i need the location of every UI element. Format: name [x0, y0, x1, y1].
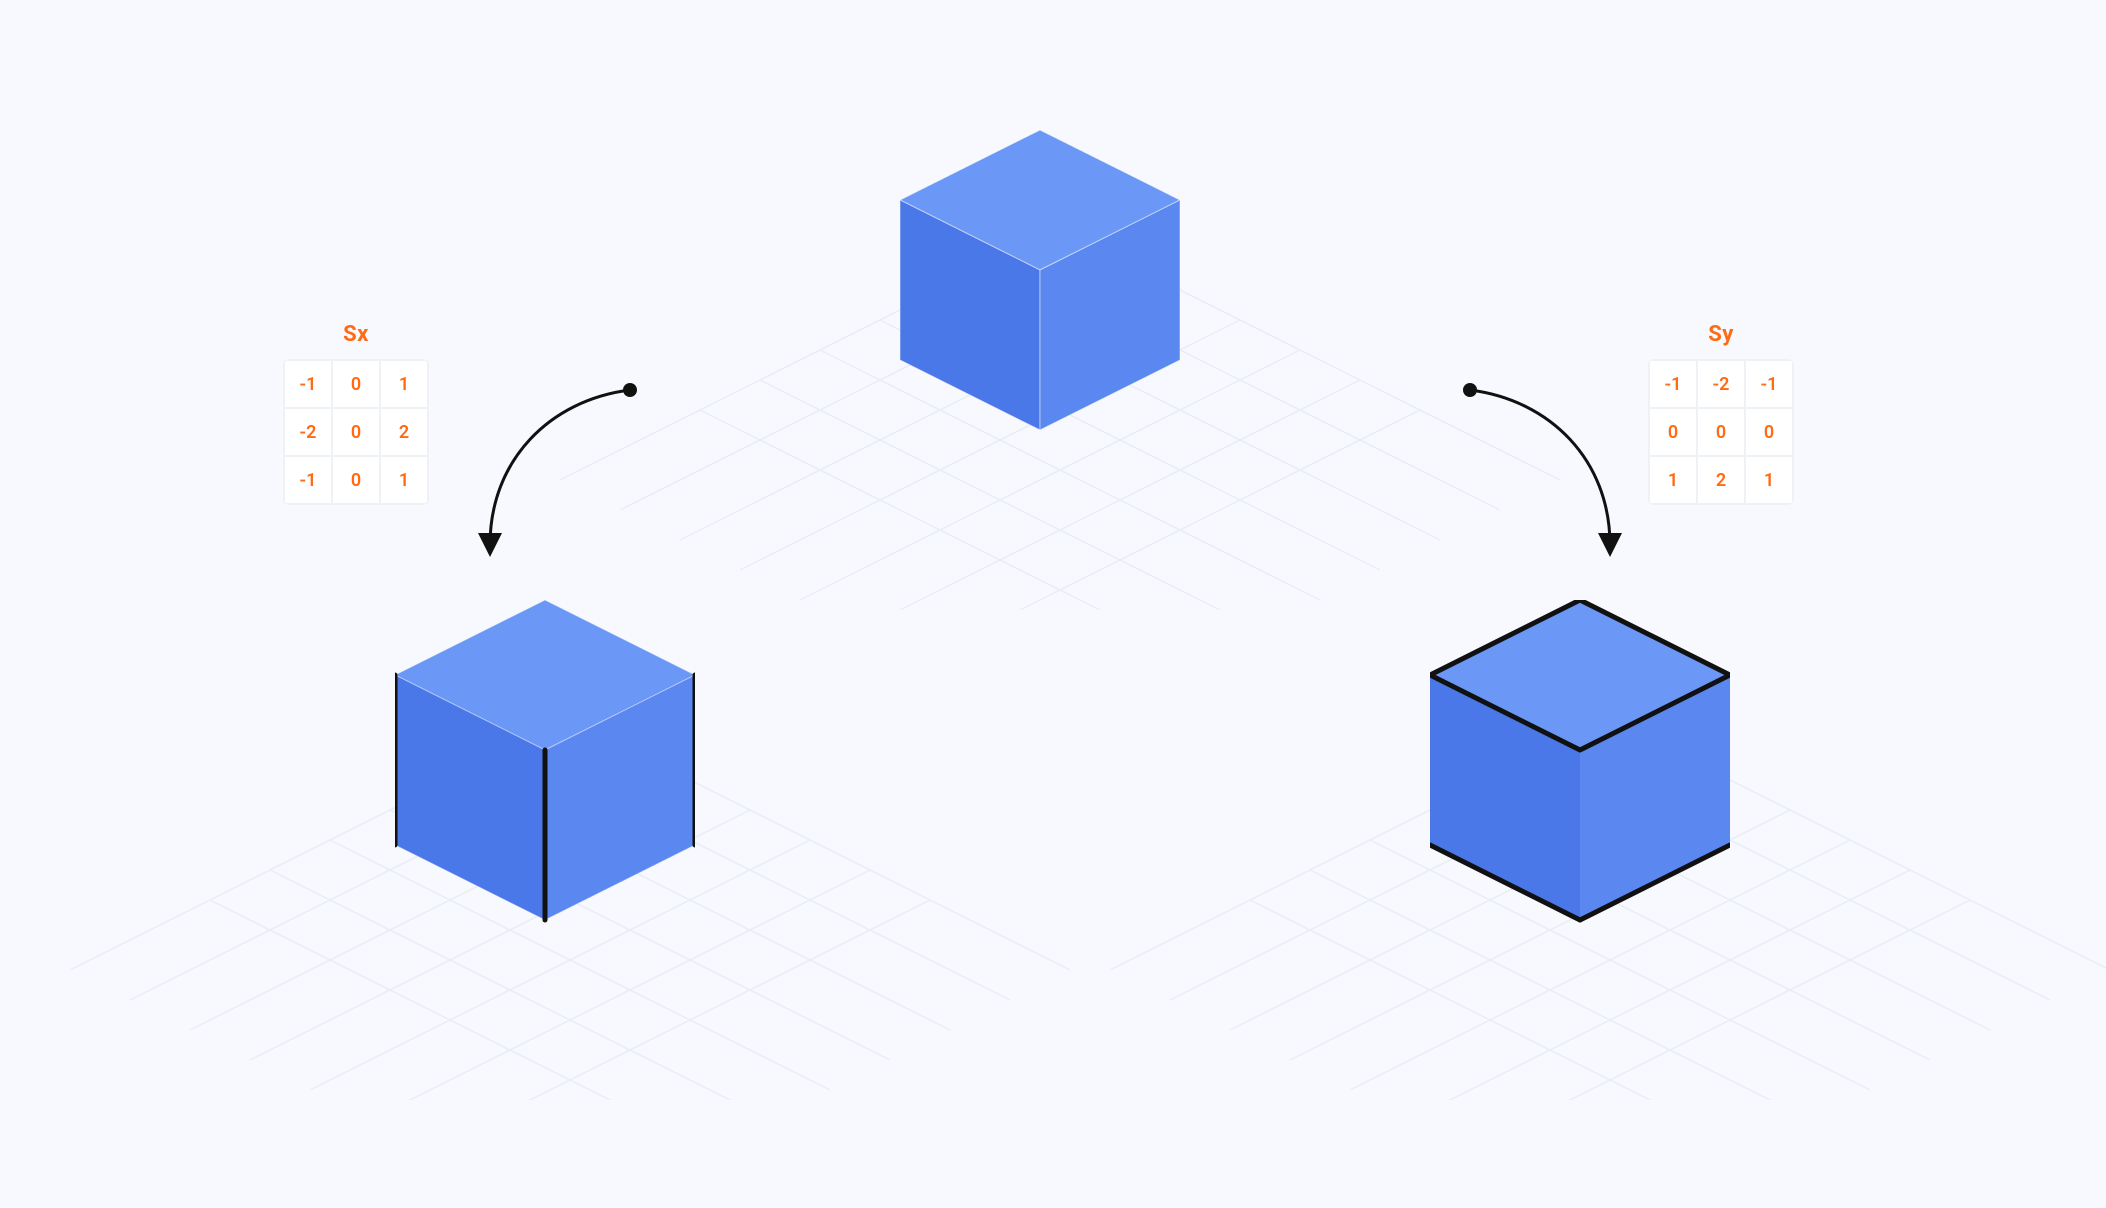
arrow-right-icon [1420, 370, 1640, 574]
kernel-sy-label: Sy [1648, 322, 1794, 347]
kernel-cell: -2 [1697, 360, 1745, 408]
kernel-cell: 0 [1745, 408, 1793, 456]
kernel-cell: 1 [380, 360, 428, 408]
kernel-sx-grid: -1 0 1 -2 0 2 -1 0 1 [283, 359, 429, 505]
kernel-cell: 0 [1649, 408, 1697, 456]
kernel-cell: 0 [332, 408, 380, 456]
kernel-cell: 0 [332, 360, 380, 408]
kernel-cell: -2 [284, 408, 332, 456]
kernel-cell: 1 [380, 456, 428, 504]
iso-grid-right [1110, 720, 2106, 1100]
diagram-stage: Sx -1 0 1 -2 0 2 -1 0 1 Sy -1 -2 -1 0 0 … [0, 0, 2106, 1208]
kernel-cell: -1 [284, 360, 332, 408]
arrow-left-icon [460, 370, 680, 574]
iso-grid-left [70, 720, 1070, 1100]
kernel-sx-label: Sx [283, 322, 429, 347]
kernel-cell: 0 [1697, 408, 1745, 456]
kernel-sy-grid: -1 -2 -1 0 0 0 1 2 1 [1648, 359, 1794, 505]
kernel-sy: Sy -1 -2 -1 0 0 0 1 2 1 [1648, 322, 1794, 505]
kernel-cell: 0 [332, 456, 380, 504]
kernel-cell: -1 [1745, 360, 1793, 408]
kernel-cell: 1 [1745, 456, 1793, 504]
cube-sx-result-icon [395, 600, 695, 940]
kernel-cell: -1 [1649, 360, 1697, 408]
kernel-cell: 2 [380, 408, 428, 456]
kernel-cell: -1 [284, 456, 332, 504]
iso-grid-top [560, 230, 1560, 610]
kernel-cell: 2 [1697, 456, 1745, 504]
cube-sy-result-icon [1430, 600, 1730, 940]
cube-original-icon [900, 130, 1180, 450]
kernel-sx: Sx -1 0 1 -2 0 2 -1 0 1 [283, 322, 429, 505]
kernel-cell: 1 [1649, 456, 1697, 504]
